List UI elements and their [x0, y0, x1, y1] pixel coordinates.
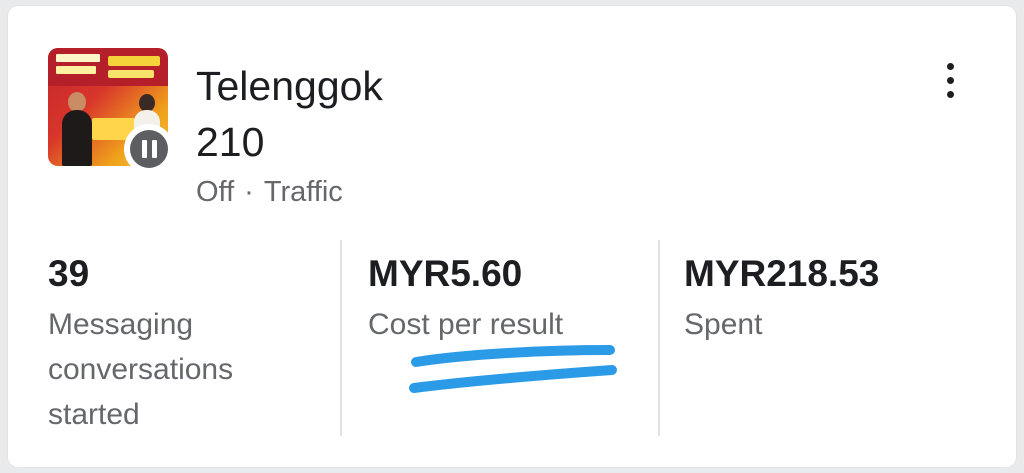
metric-value: 39 — [48, 253, 90, 294]
separator-dot: · — [244, 176, 254, 208]
thumbnail-person-head — [68, 92, 86, 112]
metric-value: MYR218.53 — [684, 253, 880, 294]
campaign-status-line: Off · Traffic — [196, 176, 343, 209]
metric-divider — [340, 240, 342, 436]
metric-label: Messaging conversations started — [48, 308, 234, 431]
thumbnail-label-band — [108, 56, 160, 66]
campaign-name[interactable]: Telenggok 210 — [196, 58, 896, 170]
thumbnail-text-block — [56, 54, 100, 62]
delivery-status: Off — [196, 176, 235, 208]
metric-cost-per-result: MYR5.60 Cost per result — [368, 250, 648, 347]
campaign-card[interactable]: Telenggok 210 Off · Traffic 39 Messaging c… — [8, 6, 1016, 467]
metric-label: Spent — [684, 308, 763, 341]
metric-value: MYR5.60 — [368, 253, 523, 294]
thumbnail-text-block — [56, 66, 96, 74]
more-options-icon[interactable] — [930, 56, 970, 104]
metric-results: 39 Messaging conversations started — [48, 250, 318, 437]
campaign-objective: Traffic — [263, 176, 343, 208]
pause-icon — [130, 130, 168, 168]
thumbnail-label-band — [108, 70, 154, 78]
campaign-name-text: Telenggok 210 — [196, 63, 383, 165]
paused-status-badge — [124, 124, 174, 174]
metric-divider — [658, 240, 660, 436]
highlight-underline-scribble — [409, 345, 617, 393]
thumbnail-person — [62, 110, 92, 166]
metric-amount-spent: MYR218.53 Spent — [684, 250, 984, 347]
